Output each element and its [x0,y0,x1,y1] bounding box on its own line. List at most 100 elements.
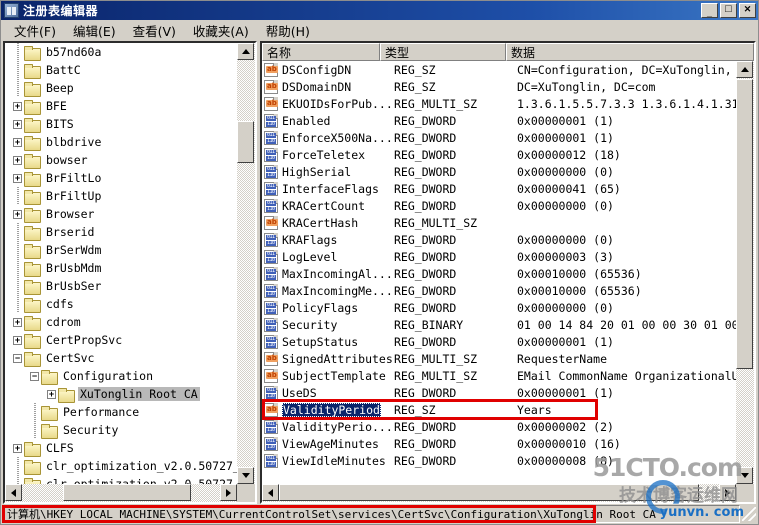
tree-node[interactable]: clr_optimization_v2.0.50727_3 [5,457,237,475]
expand-icon[interactable]: + [13,137,22,147]
list-scroll-thumb[interactable] [736,79,753,369]
tree-scroll-thumb[interactable] [237,121,254,163]
column-type[interactable]: 类型 [380,43,506,61]
binary-value-icon: 011 110 [264,385,278,400]
close-button[interactable]: ✕ [739,3,756,18]
tree-node[interactable]: Beep [5,79,237,97]
tree-scroll-down-button[interactable] [237,467,254,484]
table-row[interactable]: 011 110 EnforceX500Na... REG_DWORD 0x0000000… [262,129,736,146]
registry-values-list[interactable]: ab DSConfigDN REG_SZ CN=Configuration, DC=X… [262,61,736,484]
tree-node[interactable]: + CLFS [5,439,237,457]
expand-icon[interactable]: + [13,209,22,219]
expand-icon[interactable]: + [13,155,22,165]
list-vertical-scrollbar[interactable] [736,61,754,484]
tree-hscroll-thumb[interactable] [63,484,191,501]
table-row[interactable]: 011 110 ViewIdleMinutes REG_DWORD 0x00000008… [262,452,736,469]
tree-node[interactable]: + BITS [5,115,237,133]
menu-view[interactable]: 查看(V) [125,19,184,42]
menu-file[interactable]: 文件(F) [6,19,64,42]
tree-node[interactable]: Brserid [5,223,237,241]
tree-horizontal-scrollbar[interactable] [5,484,237,502]
tree-scroll-right-button[interactable] [220,484,237,501]
table-row[interactable]: 011 110 SetupStatus REG_DWORD 0x00000001 (1) [262,333,736,350]
binary-glyph-top: 011 [266,437,276,444]
tree-node[interactable]: b57nd60a [5,43,237,61]
tree-node[interactable]: BrUsbMdm [5,259,237,277]
value-data-cell: EMail CommonName OrganizationalUnit Org [517,368,736,383]
table-row[interactable]: 011 110 MaxIncomingAl... REG_DWORD 0x0001000… [262,265,736,282]
expand-icon[interactable]: + [13,119,22,129]
tree-node[interactable]: + XuTonglin Root CA [5,385,237,403]
tree-node[interactable]: cdfs [5,295,237,313]
menu-edit[interactable]: 编辑(E) [65,19,124,42]
table-row[interactable]: ab SignedAttributes REG_MULTI_SZ RequesterN… [262,350,736,367]
tree-node[interactable]: + Browser [5,205,237,223]
resize-grip[interactable] [742,507,756,521]
value-name-cell: Enabled [282,114,392,128]
tree-node[interactable]: BrSerWdm [5,241,237,259]
menu-favorites[interactable]: 收藏夹(A) [185,19,257,42]
expand-icon[interactable]: + [13,317,22,327]
tree-node[interactable]: − CertSvc [5,349,237,367]
table-row[interactable]: ab SubjectTemplate REG_MULTI_SZ EMail Commo… [262,367,736,384]
tree-scroll-left-button[interactable] [5,484,22,501]
table-row[interactable]: 011 110 HighSerial REG_DWORD 0x00000000 (0) [262,163,736,180]
binary-value-icon: 011 110 [264,249,278,264]
tree-node[interactable]: Security [5,421,237,439]
table-row[interactable]: 011 110 UseDS REG_DWORD 0x00000001 (1) [262,384,736,401]
tree-node[interactable]: Performance [5,403,237,421]
list-scroll-up-button[interactable] [736,61,753,78]
folder-icon [24,207,41,223]
registry-tree[interactable]: b57nd60a BattC Beep + BFE + BITS + blbdrive + bows… [5,43,237,484]
table-row[interactable]: 011 110 PolicyFlags REG_DWORD 0x00000000 (0) [262,299,736,316]
tree-node[interactable]: BrUsbSer [5,277,237,295]
expand-icon[interactable]: + [47,389,56,399]
list-scroll-down-button[interactable] [736,467,753,484]
minimize-button[interactable]: _ [701,3,718,18]
collapse-icon[interactable]: − [13,353,22,363]
table-row[interactable]: 011 110 InterfaceFlags REG_DWORD 0x00000041 … [262,180,736,197]
table-row[interactable]: 011 110 Security REG_BINARY 01 00 14 84 20 0… [262,316,736,333]
column-data[interactable]: 数据 [506,43,754,61]
maximize-button[interactable]: □ [720,3,737,18]
menu-help[interactable]: 帮助(H) [258,19,318,42]
list-scroll-right-button[interactable] [719,484,736,501]
expand-icon[interactable]: + [13,335,22,345]
tree-vertical-scrollbar[interactable] [237,43,255,484]
table-row[interactable]: 011 110 ValidityPerio... REG_DWORD 0x0000000… [262,418,736,435]
table-row[interactable]: 011 110 KRACertCount REG_DWORD 0x00000000 (0… [262,197,736,214]
table-row[interactable]: ab EKUOIDsForPub... REG_MULTI_SZ 1.3.6.1.5.… [262,95,736,112]
table-row[interactable]: 011 110 Enabled REG_DWORD 0x00000001 (1) [262,112,736,129]
tree-node[interactable]: BrFiltUp [5,187,237,205]
tree-node[interactable]: clr_optimization_v2.0.50727_6 [5,475,237,484]
folder-icon [24,171,41,187]
list-hscroll-thumb[interactable] [279,484,699,501]
expand-icon[interactable]: + [13,101,22,111]
list-horizontal-scrollbar[interactable] [262,484,736,502]
value-data-cell: 0x00000003 (3) [517,249,614,264]
tree-node[interactable]: + BFE [5,97,237,115]
table-row[interactable]: ab KRACertHash REG_MULTI_SZ [262,214,736,231]
tree-scroll-up-button[interactable] [237,43,254,60]
collapse-icon[interactable]: − [30,371,39,381]
table-row[interactable]: ab ValidityPeriod REG_SZ Years [262,401,736,418]
column-name[interactable]: 名称 [262,43,380,61]
tree-node[interactable]: + BrFiltLo [5,169,237,187]
table-row[interactable]: ab DSConfigDN REG_SZ CN=Configuration, DC=X… [262,61,736,78]
tree-node[interactable]: + blbdrive [5,133,237,151]
tree-node[interactable]: + bowser [5,151,237,169]
list-scroll-left-button[interactable] [262,484,279,501]
table-row[interactable]: ab DSDomainDN REG_SZ DC=XuTonglin, DC=com [262,78,736,95]
table-row[interactable]: 011 110 MaxIncomingMe... REG_DWORD 0x0001000… [262,282,736,299]
tree-node[interactable]: BattC [5,61,237,79]
table-row[interactable]: 011 110 ViewAgeMinutes REG_DWORD 0x00000010 … [262,435,736,452]
expand-icon[interactable]: + [13,173,22,183]
table-row[interactable]: 011 110 KRAFlags REG_DWORD 0x00000000 (0) [262,231,736,248]
table-row[interactable]: 011 110 LogLevel REG_DWORD 0x00000003 (3) [262,248,736,265]
expand-icon[interactable]: + [13,443,22,453]
tree-node[interactable]: − Configuration [5,367,237,385]
tree-node[interactable]: + CertPropSvc [5,331,237,349]
table-row[interactable]: 011 110 ForceTeletex REG_DWORD 0x00000012 (1… [262,146,736,163]
tree-node[interactable]: + cdrom [5,313,237,331]
title-bar[interactable]: 注册表编辑器 _ □ ✕ [1,1,758,20]
